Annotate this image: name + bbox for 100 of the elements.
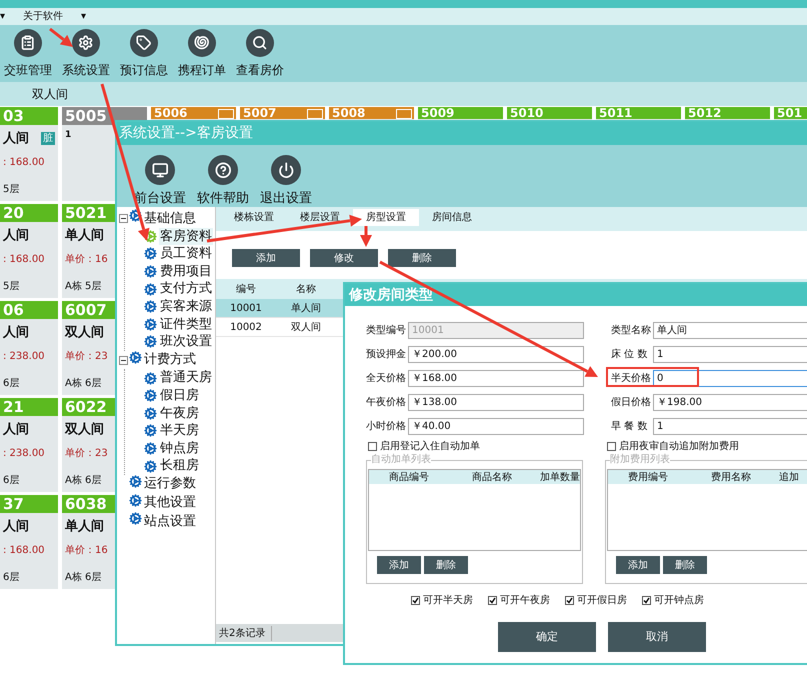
room-card[interactable]: 6022 双人间 单价：23 A栋 6层 (62, 398, 115, 492)
toolbar-button[interactable]: 预订信息 (116, 29, 172, 79)
tree-item[interactable]: 其他设置 (143, 494, 197, 512)
tree-item[interactable]: 普通天房 (159, 369, 213, 387)
action-button[interactable]: 删除 (388, 249, 456, 267)
room-number: 21 (0, 398, 58, 416)
tree-item[interactable]: 员工资料 (159, 245, 213, 263)
room-card[interactable]: 6038 单人间 单价：16 A栋 6层 (62, 495, 115, 589)
checkbox-label: 可开假日房 (577, 594, 627, 608)
room-number: 03 (0, 107, 58, 125)
input-field[interactable]: ￥40.00 (408, 418, 584, 435)
dialog-button[interactable]: 取消 (608, 622, 706, 652)
room-card[interactable]: 20 人间 : 168.00 5层 (0, 204, 58, 298)
checkbox[interactable] (368, 442, 377, 451)
list-button[interactable]: 删除 (663, 556, 707, 574)
room-card[interactable]: 03 人间 脏 : 168.00 5层 (0, 107, 58, 201)
room-card[interactable]: 21 人间 : 238.00 6层 (0, 398, 58, 492)
checkbox-label: 可开半天房 (423, 594, 473, 608)
tree-item[interactable]: 班次设置 (159, 333, 213, 351)
table-cell-text: 单人间 (290, 302, 322, 316)
room-number: 06 (0, 301, 58, 319)
annotation-arrow (49, 28, 73, 47)
room-card[interactable]: 06 人间 : 238.00 6层 (0, 301, 58, 395)
input-field[interactable]: 单人间 (653, 322, 807, 339)
field-label: 午夜价格 (366, 396, 407, 410)
input-field[interactable]: ￥198.00 (653, 394, 807, 411)
field-label: 早 餐 数 (611, 420, 648, 434)
room-price: : 238.00 (3, 350, 46, 364)
room-number: 6022 (62, 398, 115, 416)
gear-icon (129, 209, 142, 222)
tree-item[interactable]: 证件类型 (159, 316, 213, 334)
checkbox[interactable] (642, 596, 651, 605)
tree-item[interactable]: 运行参数 (143, 475, 197, 493)
room-floor: 6层 (3, 570, 20, 584)
tree-item[interactable]: 宾客来源 (159, 298, 213, 316)
input-field[interactable]: 1 (653, 418, 807, 435)
room-card[interactable]: 5021 单人间 单价：16 A栋 5层 (62, 204, 115, 298)
collapse-icon[interactable] (119, 214, 128, 223)
list-button[interactable]: 删除 (424, 556, 468, 574)
room-type: 人间 (3, 227, 29, 245)
toolbar-button[interactable]: 携程订单 (174, 29, 230, 79)
room-card[interactable]: 6007 双人间 单价：23 A栋 6层 (62, 301, 115, 395)
gear-icon (144, 460, 157, 473)
tab[interactable]: 楼栋设置 (221, 209, 287, 226)
menu-item[interactable]: 关于软件 (23, 9, 64, 24)
list-button[interactable]: 添加 (616, 556, 660, 574)
tree-item[interactable]: 午夜房 (159, 404, 200, 422)
toolbar-button[interactable]: 交班管理 (0, 29, 56, 79)
menu-item[interactable]: ▾ (81, 9, 86, 24)
room-number: 20 (0, 204, 58, 222)
tree-item[interactable]: 长租房 (159, 457, 200, 475)
checkbox[interactable] (488, 596, 497, 605)
dialog-title: 修改房间类型 (345, 284, 807, 306)
room-floor: A栋 6层 (65, 570, 102, 584)
action-button[interactable]: 添加 (232, 249, 300, 267)
field-label: 预设押金 (366, 348, 407, 362)
gear-icon (144, 372, 157, 385)
input-field[interactable]: 1 (653, 346, 807, 363)
tab[interactable]: 楼层设置 (287, 209, 353, 226)
toolbar-button[interactable]: 查看房价 (232, 29, 288, 79)
column-header: 费用编号 (627, 470, 669, 484)
tree-item[interactable]: 站点设置 (143, 512, 197, 530)
gear-icon (129, 350, 142, 364)
room-card[interactable]: 37 人间 : 168.00 6层 (0, 495, 58, 589)
column-header: 加单数量 (539, 470, 579, 484)
tree-item[interactable]: 费用项目 (159, 262, 213, 280)
collapse-icon[interactable] (119, 356, 128, 365)
tree-item[interactable]: 支付方式 (159, 280, 213, 298)
table-cell-text: 10001 (229, 302, 263, 316)
action-button[interactable]: 修改 (310, 249, 378, 267)
menu-item[interactable]: ▾ (0, 9, 6, 24)
checkbox-label: 启用夜审自动追加附加费用 (619, 440, 739, 454)
tab[interactable]: 房型设置 (353, 209, 419, 226)
dialog-button[interactable]: 确定 (498, 622, 596, 652)
room-floor: 6层 (3, 376, 20, 390)
gear-icon (144, 282, 157, 296)
room-floor: 6层 (3, 474, 20, 488)
tree-item[interactable]: 计费方式 (143, 351, 197, 369)
tree-item[interactable]: 假日房 (159, 386, 200, 405)
room-price: 单价：23 (65, 446, 109, 460)
input-field[interactable]: 0 (653, 370, 807, 387)
checkbox[interactable] (411, 596, 420, 605)
input-field[interactable]: ￥168.00 (408, 370, 584, 387)
list-button[interactable]: 添加 (377, 556, 421, 574)
field-label: 类型编号 (366, 324, 407, 338)
checkbox[interactable] (565, 596, 574, 605)
room-floor: 5层 (3, 182, 20, 196)
tree-item[interactable]: 钟点房 (159, 440, 200, 458)
tree-item[interactable]: 基础信息 (143, 210, 197, 228)
checkbox-label: 启用登记入住自动加单 (380, 440, 480, 454)
tab[interactable]: 房间信息 (419, 209, 485, 226)
tree-item[interactable]: 客房资料 (159, 228, 213, 246)
input-field[interactable]: ￥138.00 (408, 394, 584, 411)
clipboard-icon (14, 29, 42, 57)
checkbox[interactable] (607, 442, 616, 451)
input-field[interactable]: ￥200.00 (408, 346, 584, 363)
filter-label: 双人间 (32, 86, 68, 103)
tree-item[interactable]: 半天房 (159, 422, 200, 440)
room-note: 1 (65, 129, 72, 142)
help-icon (208, 155, 238, 185)
